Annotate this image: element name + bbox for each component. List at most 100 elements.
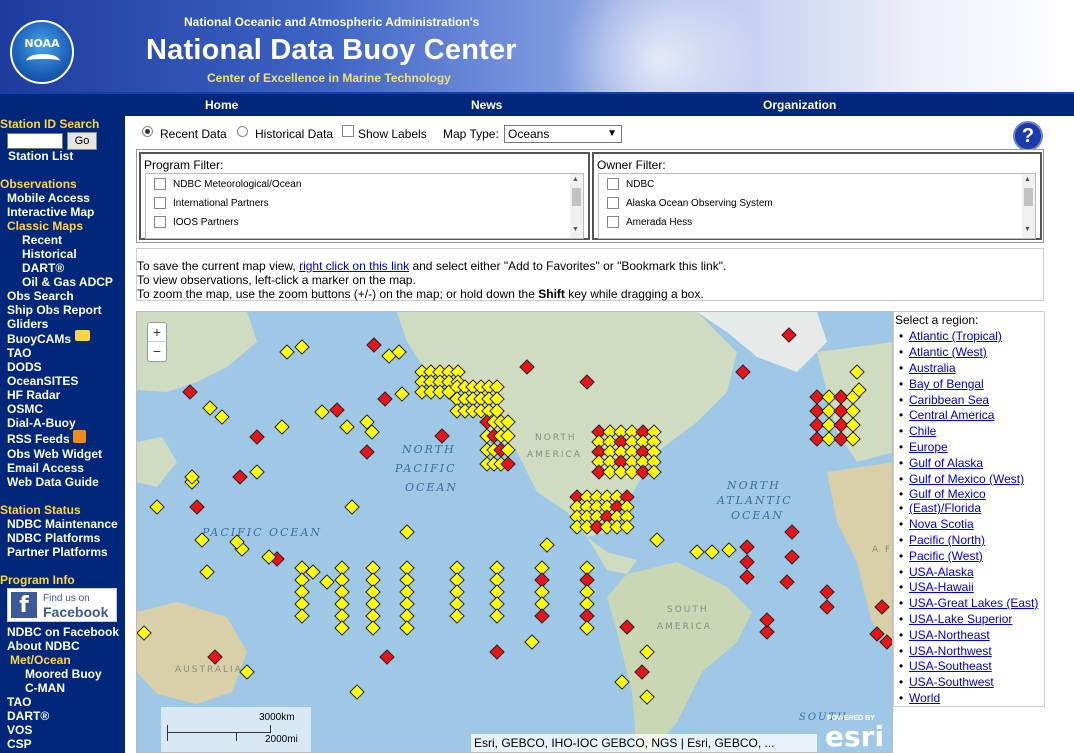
mobile-access-link[interactable]: Mobile Access [7,191,90,205]
region-link-europe[interactable]: Europe [909,440,948,454]
scale-mi: 2000mi [265,734,298,745]
region-link-world[interactable]: World [909,691,940,705]
region-link-usa-southwest[interactable]: USA-Southwest [909,675,994,689]
historical-data-radio[interactable] [237,126,248,137]
web-data-guide-link[interactable]: Web Data Guide [7,475,99,489]
csp-link[interactable]: CSP [7,737,32,751]
region-link-usa-hawaii[interactable]: USA-Hawaii [909,580,974,594]
bookmark-link[interactable]: right click on this link [299,259,409,273]
cman-link[interactable]: C-MAN [25,681,65,695]
filter-checkbox[interactable] [607,178,619,190]
nav-home[interactable]: Home [205,98,238,112]
dart-link[interactable]: DART® [22,261,64,275]
oil-gas-link[interactable]: Oil & Gas ADCP [22,275,113,289]
region-link-caribbean-sea[interactable]: Caribbean Sea [909,393,989,407]
ndbc-platforms-link[interactable]: NDBC Platforms [7,531,100,545]
tao-link-2[interactable]: TAO [7,695,31,709]
zoom-control[interactable]: + − [147,322,167,362]
obs-search-link[interactable]: Obs Search [7,289,74,303]
region-link-pacific-north[interactable]: Pacific (North) [909,533,985,547]
classic-maps-link[interactable]: Classic Maps [7,219,83,233]
oceansites-link[interactable]: OceanSITES [7,374,78,388]
filter-checkbox[interactable] [154,178,166,190]
recent-link[interactable]: Recent [22,233,62,247]
scroll-thumb[interactable] [1024,188,1033,206]
filter-checkbox[interactable] [154,216,166,228]
historical-link[interactable]: Historical [22,247,77,261]
station-id-input[interactable] [7,133,63,149]
region-link-gulf-of-mexico-east[interactable]: Gulf of Mexico [909,487,986,501]
rss-feeds-link[interactable]: RSS Feeds [7,432,70,446]
region-link-bay-of-bengal[interactable]: Bay of Bengal [909,377,984,391]
email-access-link[interactable]: Email Access [7,461,84,475]
dods-link[interactable]: DODS [7,360,42,374]
tao-link[interactable]: TAO [7,346,31,360]
region-link-usa-great-lakes[interactable]: USA-Great Lakes (East) [909,596,1038,610]
scroll-up-icon[interactable]: ▲ [572,176,579,183]
scroll-down-icon[interactable]: ▼ [1024,226,1031,233]
region-link-central-america[interactable]: Central America [909,408,994,422]
vos-link[interactable]: VOS [7,723,32,737]
nav-news[interactable]: News [471,98,502,112]
obs-web-widget-link[interactable]: Obs Web Widget [7,447,102,461]
recent-data-label[interactable]: Recent Data [160,127,227,141]
moored-buoy-link[interactable]: Moored Buoy [25,667,102,681]
hf-radar-link[interactable]: HF Radar [7,388,60,402]
zoom-out-button[interactable]: − [148,342,166,361]
interactive-map-link[interactable]: Interactive Map [7,205,94,219]
region-link-usa-northeast[interactable]: USA-Northeast [909,628,990,642]
about-ndbc-link[interactable]: About NDBC [7,639,80,653]
map-canvas[interactable]: NORTH PACIFIC OCEAN NORTH ATLANTIC OCEAN… [137,312,893,753]
zoom-in-button[interactable]: + [148,323,166,342]
map-type-select[interactable]: Oceans ▼ [504,125,622,143]
region-link-usa-lake-superior[interactable]: USA-Lake Superior [909,612,1012,626]
scroll-down-icon[interactable]: ▼ [572,226,579,233]
gliders-link[interactable]: Gliders [7,317,48,331]
buoy-map[interactable]: NORTH PACIFIC OCEAN NORTH ATLANTIC OCEAN… [136,311,893,753]
filter-checkbox[interactable] [607,216,619,228]
region-link-gulf-of-mexico-west[interactable]: Gulf of Mexico (West) [909,472,1024,486]
nav-organization[interactable]: Organization [763,98,836,112]
show-labels-checkbox[interactable] [342,125,354,137]
help-button[interactable]: ? [1013,121,1043,151]
buoycams-link[interactable]: BuoyCAMs [7,332,71,346]
site-title[interactable]: National Data Buoy Center [146,34,517,67]
met-ocean-link[interactable]: Met/Ocean [10,653,71,667]
ship-obs-link[interactable]: Ship Obs Report [7,303,102,317]
region-link-usa-southeast[interactable]: USA-Southeast [909,659,992,673]
ndbc-facebook-link[interactable]: NDBC on Facebook [7,625,119,639]
region-link-usa-alaska[interactable]: USA-Alaska [909,565,974,579]
scrollbar[interactable]: ▲ ▼ [570,174,583,238]
map-label-north-atlantic: ATLANTIC [716,494,793,507]
go-button[interactable]: Go [67,132,97,150]
owner-filter-list[interactable]: NDBC Alaska Ocean Observing System Amera… [598,173,1036,239]
show-labels-label[interactable]: Show Labels [358,127,427,141]
facebook-badge[interactable]: f Find us on Facebook [7,588,117,622]
filter-checkbox[interactable] [607,197,619,209]
region-link-gulf-of-alaska[interactable]: Gulf of Alaska [909,456,983,470]
region-link-australia[interactable]: Australia [909,361,956,375]
region-link-gulf-of-mexico-east[interactable]: (East)/Florida [909,501,981,515]
esri-logo[interactable]: POWERED BY esri [825,712,891,752]
historical-data-label[interactable]: Historical Data [255,127,333,141]
ndbc-maintenance-link[interactable]: NDBC Maintenance [7,517,118,531]
scrollbar[interactable]: ▲ ▼ [1022,174,1035,238]
region-link-atlantic-west[interactable]: Atlantic (West) [909,345,987,359]
scroll-thumb[interactable] [572,188,581,206]
region-link-pacific-west[interactable]: Pacific (West) [909,549,983,563]
noaa-logo[interactable]: NOAA [10,20,74,84]
dart-link-2[interactable]: DART® [7,709,49,723]
instruction-text: key while dragging a box. [564,287,704,301]
osmc-link[interactable]: OSMC [7,402,43,416]
region-link-nova-scotia[interactable]: Nova Scotia [909,517,974,531]
region-link-chile[interactable]: Chile [909,424,936,438]
station-list-link[interactable]: Station List [8,149,73,163]
partner-platforms-link[interactable]: Partner Platforms [7,545,108,559]
region-link-usa-northwest[interactable]: USA-Northwest [909,644,992,658]
scroll-up-icon[interactable]: ▲ [1024,176,1031,183]
region-link-atlantic-tropical[interactable]: Atlantic (Tropical) [909,329,1002,343]
dial-a-buoy-link[interactable]: Dial-A-Buoy [7,416,76,430]
filter-checkbox[interactable] [154,197,166,209]
program-filter-list[interactable]: NDBC Meteorological/Ocean International … [145,173,584,239]
recent-data-radio[interactable] [142,126,153,137]
